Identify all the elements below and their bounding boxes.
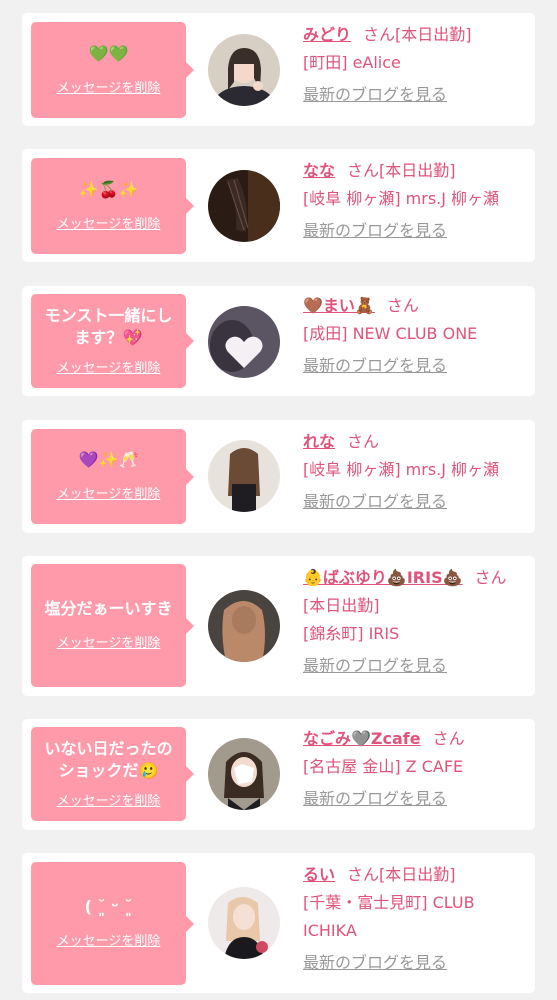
member-info: るい さん[本日出勤] [千葉・富士見町] CLUB ICHIKA 最新のブログを… <box>303 861 527 977</box>
message-text: 💚💚 <box>88 43 129 63</box>
avatar[interactable] <box>208 738 280 810</box>
member-info: れな さん [岐阜 柳ヶ瀬] mrs.J 柳ヶ瀬 最新のブログを見る <box>303 428 527 516</box>
shop-name: [千葉・富士見町] CLUB ICHIKA <box>303 893 475 940</box>
member-info: なな さん[本日出勤] [岐阜 柳ヶ瀬] mrs.J 柳ヶ瀬 最新のブログを見る <box>303 157 527 245</box>
shop-name: [岐阜 柳ヶ瀬] mrs.J 柳ヶ瀬 <box>303 460 500 479</box>
message-text: いない日だったの ショックだ🥲 <box>44 738 173 780</box>
delete-message-link[interactable]: メッセージを削除 <box>57 213 161 232</box>
delete-message-link[interactable]: メッセージを削除 <box>57 483 161 502</box>
shop-name: [錦糸町] IRIS <box>303 624 400 643</box>
member-info: みどり さん[本日出勤] [町田] eAlice 最新のブログを見る <box>303 21 527 109</box>
message-text: 塩分だぁーいすき <box>44 599 173 618</box>
member-name-link[interactable]: 🤎まい🧸 <box>303 296 375 315</box>
blog-link[interactable]: 最新のブログを見る <box>303 949 527 977</box>
blog-link[interactable]: 最新のブログを見る <box>303 785 527 813</box>
message-text: 💜✨🥂 <box>78 450 139 469</box>
member-name-link[interactable]: なな <box>303 161 335 180</box>
status-badge: [本日出勤] <box>395 25 472 44</box>
message-bubble: モンスト一緒にし ます？💖 メッセージを削除 <box>31 294 194 388</box>
honorific: さん <box>474 568 507 587</box>
status-badge: [本日出勤] <box>303 596 380 615</box>
member-name-line: みどり さん[本日出勤] <box>303 21 527 49</box>
member-name-link[interactable]: みどり <box>303 25 351 44</box>
member-info: 🤎まい🧸 さん [成田] NEW CLUB ONE 最新のブログを見る <box>303 292 527 380</box>
avatar[interactable] <box>208 170 280 242</box>
member-name-line: れな さん <box>303 428 527 456</box>
blog-link[interactable]: 最新のブログを見る <box>303 217 527 245</box>
message-card: ( ˘͈ ᵕ ˘͈ メッセージを削除 るい さん[本日出勤] [千葉・富士見町] … <box>22 853 535 993</box>
avatar[interactable] <box>208 440 280 512</box>
member-name-line: 👶ばぶゆり💩IRIS💩 さん [本日出勤] <box>303 564 527 620</box>
member-name-line: なな さん[本日出勤] <box>303 157 527 185</box>
member-name-link[interactable]: るい <box>303 865 335 884</box>
message-bubble: いない日だったの ショックだ🥲 メッセージを削除 <box>31 727 194 821</box>
shop-name: [名古屋 金山] Z CAFE <box>303 757 464 776</box>
honorific: さん <box>363 25 396 44</box>
honorific: さん <box>347 161 380 180</box>
message-bubble: 塩分だぁーいすき メッセージを削除 <box>31 564 194 687</box>
avatar[interactable] <box>208 306 280 378</box>
member-name-line: なごみ🩶Zcafe さん <box>303 725 527 753</box>
avatar[interactable] <box>208 34 280 106</box>
delete-message-link[interactable]: メッセージを削除 <box>57 357 161 376</box>
member-info: なごみ🩶Zcafe さん [名古屋 金山] Z CAFE 最新のブログを見る <box>303 725 527 813</box>
avatar[interactable] <box>208 887 280 959</box>
message-text: ✨🍒✨ <box>78 179 139 199</box>
message-card: 塩分だぁーいすき メッセージを削除 👶ばぶゆり💩IRIS💩 さん [本日出勤] [錦… <box>22 556 535 696</box>
delete-message-link[interactable]: メッセージを削除 <box>57 930 161 949</box>
status-badge: [本日出勤] <box>379 161 456 180</box>
delete-message-link[interactable]: メッセージを削除 <box>57 632 161 651</box>
delete-message-link[interactable]: メッセージを削除 <box>57 790 161 809</box>
honorific: さん <box>432 729 465 748</box>
message-bubble: 💚💚 メッセージを削除 <box>31 22 194 118</box>
shop-name: [成田] NEW CLUB ONE <box>303 324 478 343</box>
message-bubble: ( ˘͈ ᵕ ˘͈ メッセージを削除 <box>31 862 194 985</box>
member-name-line: るい さん[本日出勤] <box>303 861 527 889</box>
blog-link[interactable]: 最新のブログを見る <box>303 488 527 516</box>
message-text: モンスト一緒にし ます？💖 <box>44 305 173 347</box>
shop-name: [岐阜 柳ヶ瀬] mrs.J 柳ヶ瀬 <box>303 189 500 208</box>
honorific: さん <box>386 296 419 315</box>
delete-message-link[interactable]: メッセージを削除 <box>57 77 161 96</box>
member-name-link[interactable]: なごみ🩶Zcafe <box>303 729 421 748</box>
honorific: さん <box>347 432 380 451</box>
status-badge: [本日出勤] <box>379 865 456 884</box>
member-name-line: 🤎まい🧸 さん <box>303 292 527 320</box>
message-text: ( ˘͈ ᵕ ˘͈ <box>84 897 133 916</box>
message-card: ✨🍒✨ メッセージを削除 なな さん[本日出勤] [岐阜 柳ヶ瀬] mrs.J 柳… <box>22 149 535 262</box>
message-bubble: ✨🍒✨ メッセージを削除 <box>31 158 194 254</box>
shop-name: [町田] eAlice <box>303 53 401 72</box>
blog-link[interactable]: 最新のブログを見る <box>303 352 527 380</box>
message-bubble: 💜✨🥂 メッセージを削除 <box>31 429 194 524</box>
member-name-link[interactable]: 👶ばぶゆり💩IRIS💩 <box>303 568 463 587</box>
blog-link[interactable]: 最新のブログを見る <box>303 652 527 680</box>
message-card: モンスト一緒にし ます？💖 メッセージを削除 🤎まい🧸 さん [成田] NEW C… <box>22 286 535 396</box>
message-card: いない日だったの ショックだ🥲 メッセージを削除 なごみ🩶Zcafe さん [名古… <box>22 719 535 830</box>
honorific: さん <box>347 865 380 884</box>
member-name-link[interactable]: れな <box>303 432 335 451</box>
avatar[interactable] <box>208 590 280 662</box>
message-card: 💜✨🥂 メッセージを削除 れな さん [岐阜 柳ヶ瀬] mrs.J 柳ヶ瀬 最新の… <box>22 420 535 533</box>
message-card: 💚💚 メッセージを削除 みどり さん[本日出勤] [町田] eAlice 最新のブ… <box>22 13 535 126</box>
member-info: 👶ばぶゆり💩IRIS💩 さん [本日出勤] [錦糸町] IRIS 最新のブログを見る <box>303 564 527 680</box>
blog-link[interactable]: 最新のブログを見る <box>303 81 527 109</box>
